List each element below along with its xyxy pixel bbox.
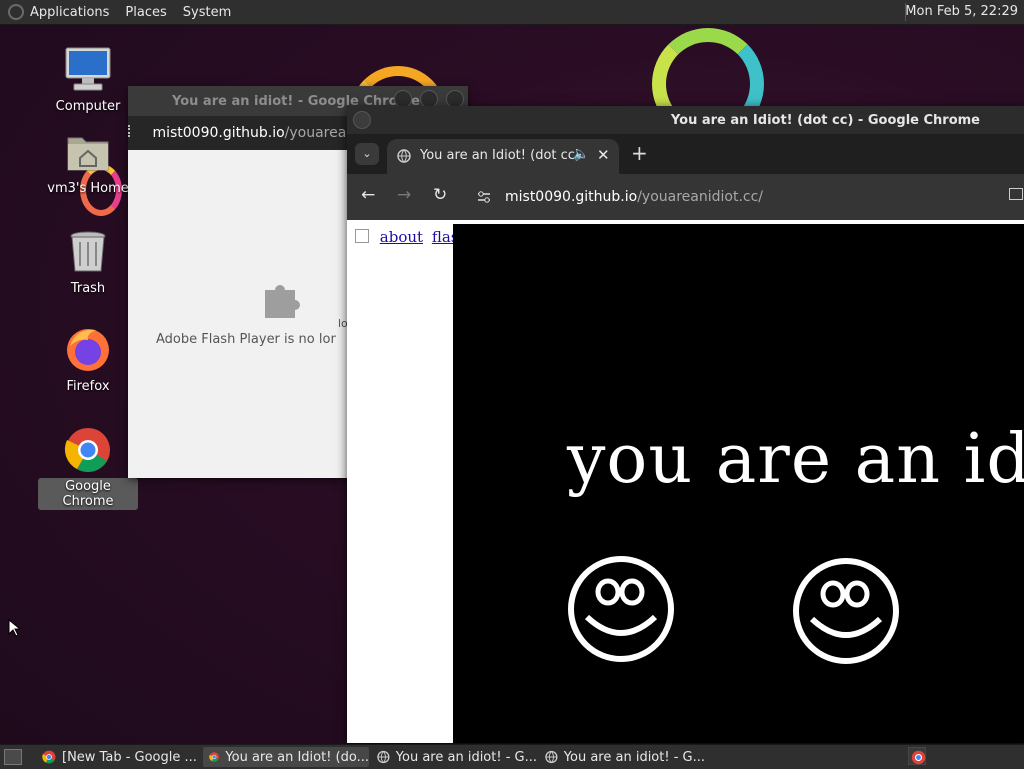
tab-title: You are an Idiot! (dot cc): [420, 148, 580, 163]
taskbar-item[interactable]: [New Tab - Google ...: [36, 747, 200, 767]
tab-search-button[interactable]: ⌄: [355, 143, 379, 165]
globe-icon: [397, 149, 411, 167]
smiley-face-icon: [567, 555, 675, 667]
chrome-icon: [209, 752, 219, 762]
tab-active[interactable]: You are an Idiot! (dot cc) 🔈 ✕: [387, 139, 619, 174]
page-content: Adobe Flash Player is no longe: [128, 150, 336, 478]
address-host: mist0090.github.io: [152, 125, 285, 141]
desktop-icon-firefox[interactable]: Firefox: [38, 326, 138, 395]
taskbar-item-label: [New Tab - Google ...: [62, 749, 197, 765]
taskbar: [New Tab - Google ... You are an Idiot! …: [0, 744, 1024, 769]
chrome-window-front[interactable]: You are an Idiot! (dot cc) - Google Chro…: [347, 106, 1024, 743]
browser-toolbar: ← → ↻ mist0090.github.io/youareanidiot.c…: [347, 174, 1024, 220]
system-tray-chrome-icon[interactable]: [907, 746, 927, 769]
menu-system[interactable]: System: [183, 5, 231, 20]
menu-places[interactable]: Places: [125, 5, 166, 20]
taskbar-item-label: You are an idiot! - G...: [563, 749, 705, 765]
trash-icon: [64, 228, 112, 276]
taskbar-item-label: You are an Idiot! (do...: [225, 749, 369, 765]
broken-image-icon: [355, 229, 369, 243]
back-button[interactable]: ←: [361, 185, 375, 205]
mouse-cursor-icon: [8, 618, 22, 641]
page-content: about flash you are an idi: [347, 220, 1024, 743]
clock[interactable]: Mon Feb 5, 22:29: [905, 4, 1018, 19]
desktop-icon-label: Google Chrome: [38, 478, 138, 510]
flash-animation-area[interactable]: you are an idi: [453, 224, 1024, 743]
taskbar-item[interactable]: You are an idiot! - G...: [371, 747, 537, 767]
desktop-icon-trash[interactable]: Trash: [38, 228, 138, 297]
chevron-down-icon: ⌄: [362, 147, 372, 160]
desktop-icon-home[interactable]: vm3's Home: [38, 128, 138, 197]
plugin-blocked-message: Adobe Flash Player is no longe: [156, 332, 336, 347]
globe-icon: [377, 750, 390, 764]
chrome-icon: [64, 426, 112, 474]
desktop-icon-computer[interactable]: Computer: [38, 46, 138, 115]
desktop-icon-label: Trash: [70, 281, 106, 296]
forward-button[interactable]: →: [397, 185, 411, 205]
computer-icon: [64, 46, 112, 94]
no-camera-icon[interactable]: [1009, 188, 1023, 200]
desktop-icon-label: Firefox: [66, 379, 110, 394]
smiley-face-icon: [792, 557, 900, 669]
window-titlebar[interactable]: You are an Idiot! (dot cc) - Google Chro…: [347, 106, 1024, 134]
taskbar-item-label: You are an idiot! - G...: [395, 749, 537, 765]
desktop-icon-label: vm3's Home: [47, 181, 129, 196]
firefox-icon: [64, 326, 112, 374]
address-host: mist0090.github.io: [505, 189, 638, 205]
distro-logo-icon[interactable]: [8, 4, 24, 20]
puzzle-plugin-icon: [261, 276, 305, 324]
address-bar[interactable]: mist0090.github.io/youareanidiot.cc/: [505, 183, 1024, 211]
site-info-icon[interactable]: [128, 125, 136, 137]
show-desktop-button[interactable]: [4, 749, 22, 765]
taskbar-item[interactable]: You are an Idiot! (do...: [203, 747, 369, 767]
tab-close-icon[interactable]: ✕: [597, 146, 610, 164]
reload-button[interactable]: ↻: [433, 185, 447, 205]
window-title: You are an Idiot! (dot cc) - Google Chro…: [670, 112, 980, 128]
page-links: about flash: [355, 228, 468, 246]
menu-applications[interactable]: Applications: [30, 5, 109, 20]
about-link[interactable]: about: [380, 228, 423, 246]
tab-bar: ⌄ You are an Idiot! (dot cc) 🔈 ✕ +: [347, 134, 1024, 174]
flash-message-text: you are an idi: [567, 420, 1024, 499]
site-settings-icon[interactable]: [477, 190, 491, 208]
audio-playing-icon[interactable]: 🔈: [573, 147, 589, 162]
address-path: /youareanidiot.cc/: [637, 189, 764, 205]
globe-icon: [545, 750, 558, 764]
window-menu-button[interactable]: [353, 111, 371, 129]
desktop-icon-chrome[interactable]: Google Chrome: [38, 426, 138, 510]
taskbar-item[interactable]: You are an idiot! - G...: [539, 747, 705, 767]
desktop-icon-label: Computer: [55, 99, 121, 114]
home-folder-icon: [64, 128, 112, 176]
new-tab-button[interactable]: +: [631, 141, 648, 165]
chrome-icon: [42, 750, 56, 764]
top-panel: Applications Places System Mon Feb 5, 22…: [0, 0, 1024, 25]
